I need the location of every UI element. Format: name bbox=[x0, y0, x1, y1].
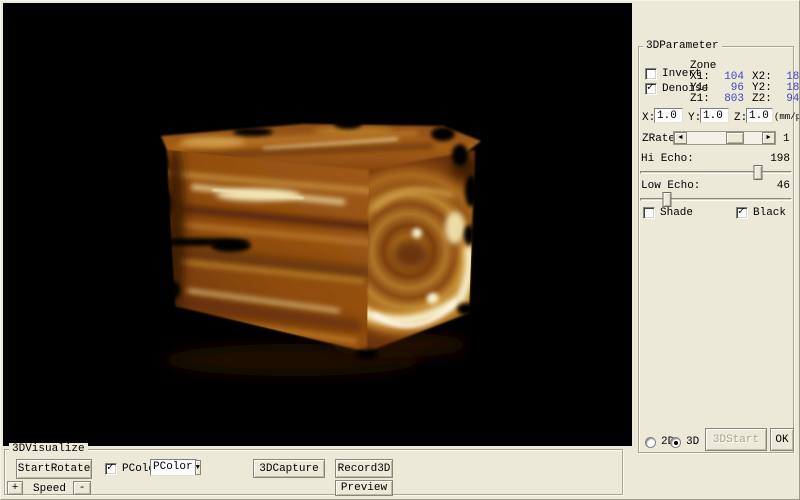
zone-key: Z1: bbox=[690, 94, 716, 105]
hi-echo-label: Hi Echo: bbox=[641, 153, 694, 165]
zrate-scrollbar-track[interactable] bbox=[687, 132, 762, 144]
low-echo-slider[interactable] bbox=[640, 192, 792, 208]
x-scale-input[interactable] bbox=[654, 108, 683, 123]
hi-echo-slider[interactable] bbox=[640, 165, 792, 181]
check-icon: ✓ bbox=[647, 81, 654, 95]
zrate-scrollbar[interactable]: ◄ ► bbox=[673, 131, 776, 145]
scroll-left-arrow-icon[interactable]: ◄ bbox=[674, 132, 687, 144]
3dstart-button[interactable]: 3DStart bbox=[705, 428, 767, 451]
3dcapture-button[interactable]: 3DCapture bbox=[253, 459, 325, 478]
checkbox-box[interactable]: ✓ bbox=[643, 207, 655, 219]
3d-viewport[interactable] bbox=[3, 3, 632, 446]
visualize-groupbox: 3DVisualize StartRotate + Speed - ✓ PCol… bbox=[4, 449, 623, 495]
scale-unit-label: (mm/p) bbox=[774, 111, 800, 123]
radio-dot-icon bbox=[674, 441, 678, 445]
3d-volume-render bbox=[3, 3, 632, 446]
speed-minus-button[interactable]: - bbox=[73, 481, 91, 495]
dropdown-arrow-icon[interactable]: ▼ bbox=[195, 460, 201, 475]
scroll-right-arrow-icon[interactable]: ► bbox=[762, 132, 775, 144]
check-icon: ✓ bbox=[107, 461, 114, 475]
zone-row-z: Z1: 803 Z2: 941 bbox=[690, 94, 800, 105]
hi-echo-slider-thumb[interactable] bbox=[754, 165, 763, 180]
check-icon: ✓ bbox=[738, 205, 745, 219]
checkbox-box[interactable]: ✓ bbox=[645, 83, 657, 95]
record3d-button[interactable]: Record3D bbox=[335, 459, 393, 478]
shade-checkbox[interactable]: ✓ Shade bbox=[643, 207, 693, 220]
visualize-groupbox-title: 3DVisualize bbox=[9, 443, 88, 455]
low-echo-value: 46 bbox=[777, 180, 790, 192]
black-label: Black bbox=[753, 207, 786, 220]
low-echo-label: Low Echo: bbox=[641, 180, 700, 192]
zrate-label: ZRate bbox=[642, 133, 675, 145]
y-scale-input[interactable] bbox=[700, 108, 729, 123]
radio-circle[interactable] bbox=[670, 437, 681, 448]
hi-echo-slider-track[interactable] bbox=[640, 171, 792, 174]
zrate-value: 1 bbox=[783, 133, 790, 145]
preview-button[interactable]: Preview bbox=[335, 480, 393, 496]
checkbox-box[interactable]: ✓ bbox=[645, 68, 657, 80]
low-echo-slider-thumb[interactable] bbox=[663, 192, 672, 207]
parameter-groupbox-title: 3DParameter bbox=[643, 40, 722, 52]
app-window: 3DParameter ✓ Invert ✓ Denoise Zone X1: … bbox=[0, 0, 800, 500]
start-rotate-button[interactable]: StartRotate bbox=[16, 459, 92, 479]
checkbox-box[interactable]: ✓ bbox=[105, 463, 117, 475]
radio-circle[interactable] bbox=[645, 437, 656, 448]
speed-label: Speed bbox=[33, 483, 66, 495]
speed-plus-button[interactable]: + bbox=[7, 481, 23, 495]
hi-echo-value: 198 bbox=[770, 153, 790, 165]
parameter-groupbox: 3DParameter ✓ Invert ✓ Denoise Zone X1: … bbox=[638, 46, 794, 453]
zrate-scrollbar-thumb[interactable] bbox=[726, 132, 744, 144]
mode-3d-label: 3D bbox=[686, 437, 699, 448]
zone-key: Z2: bbox=[752, 94, 778, 105]
checkbox-box[interactable]: ✓ bbox=[736, 207, 748, 219]
pcolor-dropdown-value: PColor bbox=[151, 460, 195, 475]
zone-value: 803 bbox=[716, 94, 744, 105]
mode-3d-radio[interactable]: 3D bbox=[670, 437, 699, 448]
zone-value: 941 bbox=[778, 94, 800, 105]
shade-label: Shade bbox=[660, 207, 693, 220]
pcolor-dropdown[interactable]: PColor ▼ bbox=[150, 459, 197, 476]
z-scale-input[interactable] bbox=[746, 108, 773, 123]
ok-button[interactable]: OK bbox=[770, 428, 794, 451]
black-checkbox[interactable]: ✓ Black bbox=[736, 207, 786, 220]
